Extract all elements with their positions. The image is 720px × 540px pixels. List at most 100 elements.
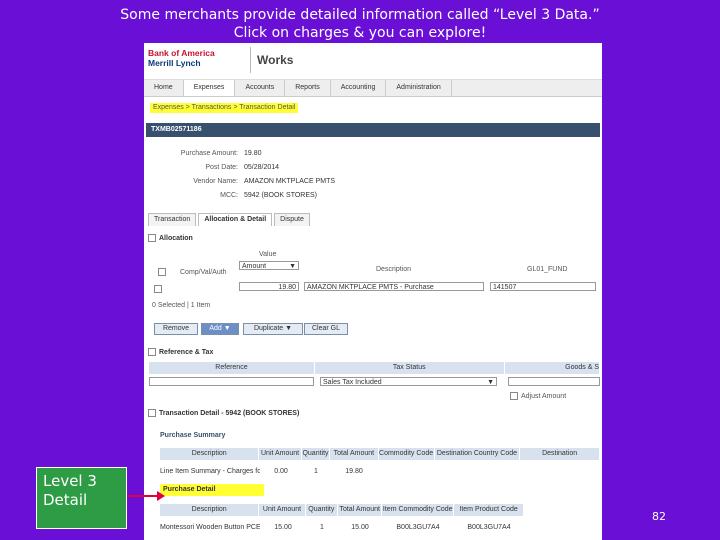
nav-home[interactable]: Home bbox=[144, 80, 184, 96]
adjust-amount-label: Adjust Amount bbox=[521, 393, 567, 400]
table-cell bbox=[378, 467, 434, 477]
table-cell: B00L3GU7A4 bbox=[396, 524, 440, 531]
tab-dispute[interactable]: Dispute bbox=[274, 213, 310, 226]
slide-title: Some merchants provide detailed informat… bbox=[0, 6, 720, 42]
screenshot-panel: Bank of America Merrill Lynch Works Home… bbox=[144, 43, 602, 540]
summary-header-row: Description Unit Amount Quantity Total A… bbox=[160, 448, 600, 460]
gl-fund-field[interactable]: 141507 bbox=[490, 282, 596, 291]
chevron-down-icon: ▼ bbox=[289, 263, 296, 270]
chevron-down-icon: ▼ bbox=[487, 379, 494, 386]
checkbox-icon[interactable] bbox=[510, 392, 518, 401]
detail-col-item-product-code: Item Product Code bbox=[454, 504, 524, 516]
summary-col-commodity-code: Commodity Code bbox=[379, 448, 435, 460]
goods-header: Goods & S bbox=[505, 362, 600, 374]
mcc-row: MCC: 5942 (BOOK STORES) bbox=[180, 191, 317, 201]
table-cell: B00L3GU7A4 bbox=[467, 524, 511, 531]
callout-arrow-line bbox=[127, 495, 159, 497]
description-column-header: Description bbox=[376, 266, 412, 273]
table-cell: 1 bbox=[314, 468, 318, 475]
allocation-title: Allocation bbox=[159, 235, 193, 242]
vendor-name-row: Vendor Name: AMAZON MKTPLACE PMTS bbox=[180, 177, 335, 187]
main-nav: Home Expenses Accounts Reports Accountin… bbox=[144, 80, 602, 97]
detail-col-item-commodity-code: Item Commodity Code bbox=[382, 504, 455, 516]
ref-tax-section-header[interactable]: Reference & Tax bbox=[148, 348, 213, 358]
tab-allocation-detail[interactable]: Allocation & Detail bbox=[198, 213, 273, 226]
detail-tabs: Transaction Allocation & Detail Dispute bbox=[148, 213, 312, 226]
table-cell: 0.00 bbox=[274, 468, 288, 475]
purchase-summary-title: Purchase Summary bbox=[160, 432, 226, 439]
summary-col-unit-amount: Unit Amount bbox=[259, 448, 302, 460]
table-cell: 1 bbox=[320, 524, 324, 531]
collapse-icon[interactable] bbox=[148, 409, 156, 418]
post-date-row: Post Date: 05/28/2014 bbox=[180, 163, 279, 173]
comp-column-header: Comp/Val/Auth bbox=[180, 269, 227, 276]
tax-status-text: Sales Tax Included bbox=[323, 379, 382, 386]
duplicate-button[interactable]: Duplicate ▼ bbox=[243, 323, 303, 335]
transaction-id-bar: TXMB02571186 bbox=[146, 123, 600, 137]
goods-field[interactable] bbox=[508, 377, 600, 386]
checkbox-icon[interactable] bbox=[158, 268, 166, 277]
remove-button[interactable]: Remove bbox=[154, 323, 198, 335]
nav-administration[interactable]: Administration bbox=[386, 80, 452, 96]
value-select-text: Amount bbox=[242, 263, 267, 270]
tax-status-header: Tax Status bbox=[315, 362, 505, 374]
summary-col-description: Description bbox=[160, 448, 260, 460]
table-cell bbox=[434, 467, 520, 477]
detail-col-unit-amount: Unit Amount bbox=[259, 504, 306, 516]
breadcrumb[interactable]: Expenses > Transactions > Transaction De… bbox=[150, 103, 299, 113]
nav-accounts[interactable]: Accounts bbox=[235, 80, 286, 96]
value-label: Value bbox=[259, 251, 277, 258]
value-select[interactable]: Amount ▼ bbox=[239, 261, 299, 270]
adjust-amount-option[interactable]: Adjust Amount bbox=[510, 392, 566, 401]
detail-col-quantity: Quantity bbox=[306, 504, 339, 516]
clear-gl-button[interactable]: Clear GL bbox=[304, 323, 348, 335]
detail-section-header[interactable]: Transaction Detail - 5942 (BOOK STORES) bbox=[148, 409, 299, 419]
field-label: Purchase Amount: bbox=[180, 150, 238, 157]
logo-line2: Merrill Lynch bbox=[148, 58, 201, 68]
table-cell: Montessori Wooden Button PCE bbox=[160, 524, 260, 531]
collapse-icon[interactable] bbox=[148, 234, 156, 243]
add-button[interactable]: Add ▼ bbox=[201, 323, 239, 335]
reference-field[interactable] bbox=[149, 377, 314, 386]
purchase-amount-row: Purchase Amount: 19.80 bbox=[180, 149, 262, 159]
field-value: 5942 (BOOK STORES) bbox=[244, 192, 318, 199]
summary-col-destination-country: Destination Country Code bbox=[435, 448, 521, 460]
allocation-description-field[interactable]: AMAZON MKTPLACE PMTS - Purchase bbox=[304, 282, 484, 291]
table-row[interactable]: Montessori Wooden Button PCE 15.00 1 15.… bbox=[160, 523, 524, 533]
ref-tax-title: Reference & Tax bbox=[159, 349, 214, 356]
nav-reports[interactable]: Reports bbox=[285, 80, 331, 96]
bank-logo: Bank of America Merrill Lynch bbox=[148, 48, 215, 68]
allocation-section-header[interactable]: Allocation bbox=[148, 234, 193, 244]
slide-title-line2: Click on charges & you can explore! bbox=[233, 25, 487, 41]
allocation-row-checkbox[interactable] bbox=[154, 285, 165, 294]
selection-count: 0 Selected | 1 Item bbox=[152, 302, 211, 309]
ref-tax-header-row: Reference Tax Status Goods & S bbox=[149, 362, 600, 374]
level3-callout: Level 3 Detail bbox=[36, 467, 127, 529]
summary-col-quantity: Quantity bbox=[302, 448, 331, 460]
collapse-icon[interactable] bbox=[148, 348, 156, 357]
detail-col-total-amount: Total Amount bbox=[338, 504, 383, 516]
checkbox-icon[interactable] bbox=[154, 285, 162, 294]
summary-col-destination: Destination bbox=[520, 448, 600, 460]
table-cell: 15.00 bbox=[351, 524, 369, 531]
logo-line1: Bank of America bbox=[148, 48, 215, 58]
page-number: 82 bbox=[652, 510, 666, 523]
arrow-icon bbox=[157, 491, 165, 501]
detail-title: Transaction Detail - 5942 (BOOK STORES) bbox=[159, 410, 300, 417]
app-header: Bank of America Merrill Lynch Works bbox=[144, 43, 602, 80]
nav-expenses[interactable]: Expenses bbox=[183, 80, 236, 96]
field-value: AMAZON MKTPLACE PMTS bbox=[244, 178, 336, 185]
row-select-checkbox[interactable] bbox=[158, 268, 169, 277]
nav-accounting[interactable]: Accounting bbox=[331, 80, 387, 96]
allocation-amount-field[interactable]: 19.80 bbox=[239, 282, 299, 291]
detail-header-row: Description Unit Amount Quantity Total A… bbox=[160, 504, 524, 516]
product-name: Works bbox=[250, 47, 293, 73]
tax-status-select[interactable]: Sales Tax Included ▼ bbox=[320, 377, 497, 386]
detail-col-description: Description bbox=[160, 504, 260, 516]
table-row[interactable]: Line Item Summary - Charges for 05/28/14… bbox=[160, 467, 600, 477]
field-label: MCC: bbox=[220, 192, 238, 199]
tab-transaction[interactable]: Transaction bbox=[148, 213, 197, 226]
field-label: Post Date: bbox=[205, 164, 238, 171]
purchase-detail-title: Purchase Detail bbox=[160, 484, 264, 496]
table-cell: 19.80 bbox=[345, 468, 363, 475]
